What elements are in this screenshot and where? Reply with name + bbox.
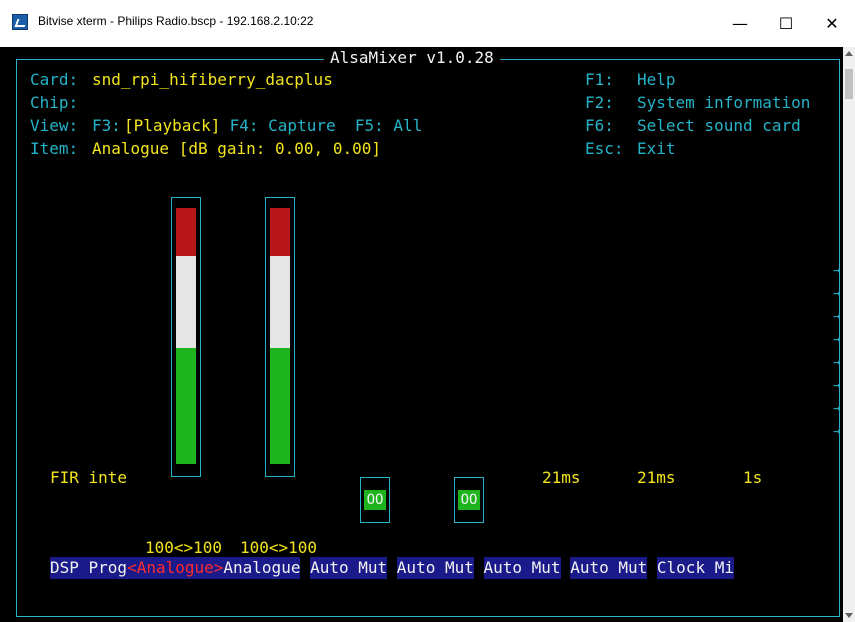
gauge-white-segment	[270, 256, 290, 348]
bitvise-app-icon	[12, 14, 28, 30]
esc-text[interactable]: Exit	[637, 138, 676, 160]
right-arrow-icon: →	[833, 263, 841, 277]
f1-text[interactable]: Help	[637, 69, 676, 91]
auto-mute-time-value-2[interactable]: 21ms	[637, 467, 676, 489]
scroll-thumb[interactable]	[845, 69, 853, 99]
window-title: Bitvise xterm - Philips Radio.bscp - 192…	[38, 14, 314, 28]
esc-key: Esc:	[585, 139, 624, 158]
item-label: Item:	[30, 139, 79, 158]
f6-text[interactable]: Select sound card	[637, 115, 801, 137]
terminal-area[interactable]: AlsaMixer v1.0.28 Card: snd_rpi_hifiberr…	[0, 47, 843, 622]
auto-mute-switch-1[interactable]: OO	[360, 477, 390, 523]
close-button[interactable]: ✕	[809, 0, 855, 47]
auto-mute-time-value-3[interactable]: 1s	[743, 467, 762, 489]
label-auto-mute-3[interactable]: Auto Mut	[483, 557, 561, 579]
card-value: snd_rpi_hifiberry_dacplus	[92, 70, 333, 89]
auto-mute-switch-2[interactable]: OO	[454, 477, 484, 523]
f2-text[interactable]: System information	[637, 92, 810, 114]
switch-value: OO	[364, 490, 386, 510]
gauge-red-segment	[176, 208, 196, 256]
maximize-button[interactable]: ☐	[763, 0, 809, 47]
right-arrow-icon: →	[833, 424, 841, 438]
right-arrow-icon: →	[833, 309, 841, 323]
right-arrow-icon: →	[833, 355, 841, 369]
gauge-green-segment	[270, 348, 290, 464]
right-arrow-icon: →	[833, 401, 841, 415]
chip-label: Chip:	[30, 93, 79, 112]
f1-key: F1:	[585, 70, 614, 89]
scroll-down-arrow-icon[interactable]	[845, 613, 853, 618]
label-auto-mute-4[interactable]: Auto Mut	[570, 557, 648, 579]
right-arrow-icon: →	[833, 286, 841, 300]
view-label: View:	[30, 116, 79, 135]
view-capture-all[interactable]: F4: Capture F5: All	[220, 115, 423, 137]
gauge-bar	[176, 208, 196, 464]
f2-key: F2:	[585, 93, 614, 112]
gauge-green-segment	[176, 348, 196, 464]
right-arrow-icon: →	[833, 332, 841, 346]
analogue-left-gauge[interactable]	[171, 197, 201, 477]
label-analogue[interactable]: Analogue	[223, 557, 301, 579]
analogue-right-gauge[interactable]	[265, 197, 295, 477]
auto-mute-time-value-1[interactable]: 21ms	[542, 467, 581, 489]
item-value: Analogue [dB gain: 0.00, 0.00]	[92, 139, 381, 158]
card-label: Card:	[30, 70, 79, 89]
label-clock-mi[interactable]: Clock Mi	[656, 557, 734, 579]
label-analogue-selected[interactable]: <Analogue>	[127, 557, 224, 579]
minimize-button[interactable]: —	[717, 0, 763, 47]
overflow-arrows: → → → → → → → →	[833, 259, 843, 443]
gauge-red-segment	[270, 208, 290, 256]
label-dsp-program[interactable]: DSP Prog	[50, 557, 128, 579]
view-f3-key: F3:	[92, 116, 121, 135]
analogue-volume-value-2: 100<>100	[240, 538, 318, 557]
f6-key: F6:	[585, 116, 614, 135]
label-auto-mute-2[interactable]: Auto Mut	[396, 557, 474, 579]
view-playback[interactable]: [Playback]	[124, 115, 220, 137]
label-auto-mute-1[interactable]: Auto Mut	[310, 557, 388, 579]
control-labels-row: DSP Prog<Analogue>Analogue Auto Mut Auto…	[50, 557, 734, 579]
fir-interpolation-value[interactable]: FIR inte	[50, 467, 127, 489]
right-arrow-icon: →	[833, 378, 841, 392]
analogue-volume-value-1: 100<>100	[145, 538, 223, 557]
gauge-white-segment	[176, 256, 196, 348]
vertical-scrollbar[interactable]	[843, 47, 855, 622]
scroll-up-arrow-icon[interactable]	[845, 51, 853, 56]
gauge-bar	[270, 208, 290, 464]
window-titlebar: Bitvise xterm - Philips Radio.bscp - 192…	[0, 0, 855, 47]
alsamixer-title: AlsaMixer v1.0.28	[324, 47, 500, 69]
switch-value: OO	[458, 490, 480, 510]
